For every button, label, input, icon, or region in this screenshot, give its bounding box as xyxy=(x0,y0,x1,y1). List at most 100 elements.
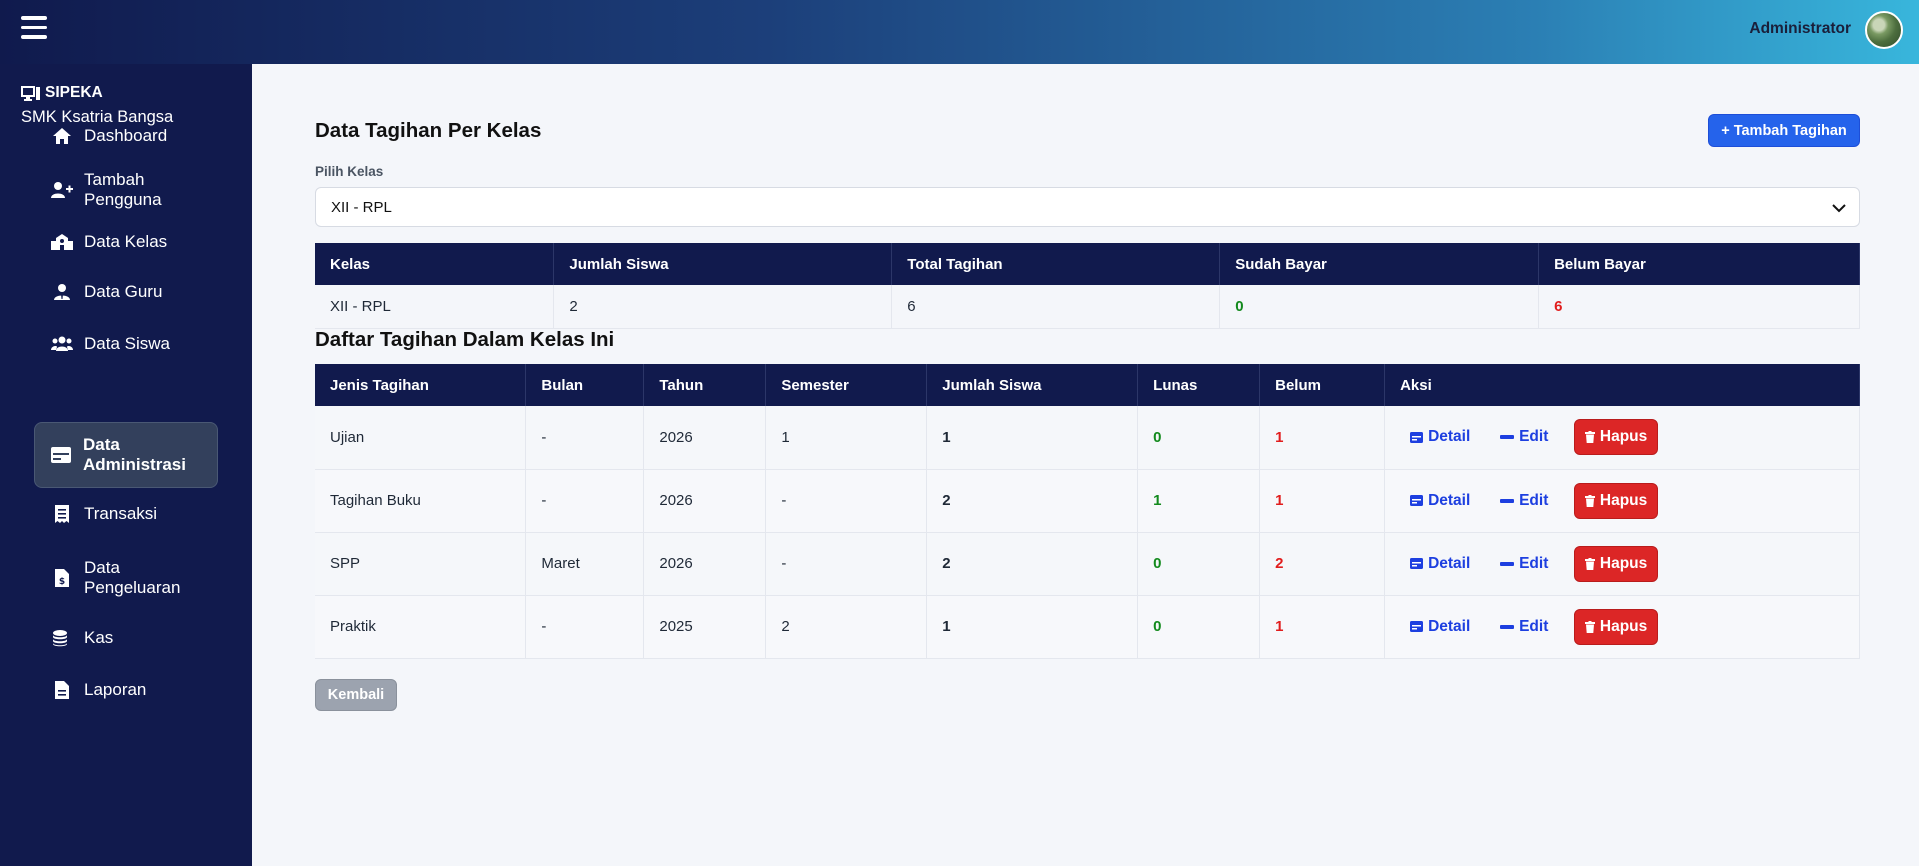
edit-link[interactable]: Edit xyxy=(1490,492,1568,510)
table-row: Ujian - 2026 1 1 0 1 Detail Edit Hapus xyxy=(315,406,1860,470)
bill-type: Praktik xyxy=(315,595,527,659)
bill-actions: Detail Edit Hapus xyxy=(1384,469,1860,533)
bill-student-count: 1 xyxy=(926,406,1139,470)
table-row: SPP Maret 2026 - 2 0 2 Detail Edit Hapus xyxy=(315,532,1860,596)
bill-month: - xyxy=(525,406,645,470)
sidebar-item-data-guru[interactable]: Data Guru xyxy=(34,278,218,306)
bill-paid: 0 xyxy=(1137,532,1261,596)
sidebar-item-data-pengeluaran[interactable]: $ Data Pengeluaran xyxy=(34,554,218,602)
bill-unpaid: 1 xyxy=(1259,469,1386,533)
class-select[interactable]: XII - RPL xyxy=(315,187,1860,227)
delete-button[interactable]: Hapus xyxy=(1574,482,1659,519)
detail-label: Detail xyxy=(1428,617,1471,635)
column-header: Sudah Bayar xyxy=(1219,243,1540,285)
delete-button[interactable]: Hapus xyxy=(1574,419,1659,456)
sidebar-item-label: Data Pengeluaran xyxy=(84,558,181,597)
sidebar-item-transaksi[interactable]: Transaksi xyxy=(34,500,218,528)
delete-label: Hapus xyxy=(1599,617,1648,635)
bill-unpaid: 1 xyxy=(1259,406,1386,470)
sidebar-item-label: Transaksi xyxy=(84,504,158,523)
column-header: Lunas xyxy=(1137,364,1261,406)
bills-table: Jenis Tagihan Bulan Tahun Semester Jumla… xyxy=(315,364,1860,659)
sidebar-item-label: Laporan xyxy=(84,680,147,699)
bill-month: Maret xyxy=(525,532,645,596)
bill-month: - xyxy=(525,595,645,659)
bill-unpaid: 2 xyxy=(1259,532,1386,596)
add-bill-button[interactable]: + Tambah Tagihan xyxy=(1708,114,1860,147)
edit-link[interactable]: Edit xyxy=(1490,555,1568,573)
class-select-value: XII - RPL xyxy=(331,198,392,216)
table-row: Praktik - 2025 2 1 0 1 Detail Edit Hapus xyxy=(315,595,1860,659)
coins-icon xyxy=(50,629,74,647)
delete-label: Hapus xyxy=(1599,491,1648,509)
edit-link[interactable]: Edit xyxy=(1490,428,1568,446)
delete-button[interactable]: Hapus xyxy=(1574,608,1659,645)
id-card-icon xyxy=(1410,558,1424,569)
avatar[interactable] xyxy=(1865,11,1903,49)
sidebar-item-label: Dashboard xyxy=(84,126,168,145)
bill-month: - xyxy=(525,469,645,533)
sidebar-item-tambah-pengguna[interactable]: Tambah Pengguna xyxy=(34,166,218,214)
edit-label: Edit xyxy=(1519,617,1549,635)
section-title: Daftar Tagihan Dalam Kelas Ini xyxy=(315,328,615,351)
hamburger-menu-icon[interactable] xyxy=(21,16,47,40)
bill-year: 2026 xyxy=(643,406,767,470)
detail-label: Detail xyxy=(1428,491,1471,509)
brand-title: SIPEKA xyxy=(45,84,103,101)
class-select-label: Pilih Kelas xyxy=(315,164,384,179)
bill-year: 2026 xyxy=(643,532,767,596)
sidebar-item-dashboard[interactable]: Dashboard xyxy=(34,122,218,150)
user-name[interactable]: Administrator xyxy=(1749,20,1851,38)
detail-link[interactable]: Detail xyxy=(1400,492,1490,510)
sidebar-item-label: Data Kelas xyxy=(84,232,168,251)
pencil-icon xyxy=(1500,624,1515,629)
sidebar-item-data-administrasi[interactable]: Data Administrasi xyxy=(34,422,218,488)
edit-link[interactable]: Edit xyxy=(1490,618,1568,636)
sidebar-item-kas[interactable]: Kas xyxy=(34,624,218,652)
file-icon xyxy=(50,681,74,699)
detail-link[interactable]: Detail xyxy=(1400,555,1490,573)
sidebar-item-laporan[interactable]: Laporan xyxy=(34,676,218,704)
trash-icon xyxy=(1584,431,1595,444)
sidebar-item-data-siswa[interactable]: Data Siswa xyxy=(34,330,218,358)
top-bar: Administrator xyxy=(0,0,1919,64)
trash-icon xyxy=(1584,494,1595,507)
bill-unpaid: 1 xyxy=(1259,595,1386,659)
sidebar-item-data-kelas[interactable]: Data Kelas xyxy=(34,228,218,256)
column-header: Aksi xyxy=(1384,364,1860,406)
users-icon xyxy=(50,335,74,353)
bill-type: Ujian xyxy=(315,406,527,470)
summary-table: Kelas Jumlah Siswa Total Tagihan Sudah B… xyxy=(315,243,1860,329)
column-header: Bulan xyxy=(525,364,645,406)
table-row: Tagihan Buku - 2026 - 2 1 1 Detail Edit … xyxy=(315,469,1860,533)
page-title: Data Tagihan Per Kelas xyxy=(315,119,542,142)
column-header: Jenis Tagihan xyxy=(315,364,527,406)
invoice-dollar-icon: $ xyxy=(50,569,74,587)
summary-belum-bayar: 6 xyxy=(1538,285,1860,329)
summary-jumlah-siswa: 2 xyxy=(553,285,893,329)
back-button[interactable]: Kembali xyxy=(315,679,397,711)
edit-label: Edit xyxy=(1519,491,1549,509)
detail-link[interactable]: Detail xyxy=(1400,618,1490,636)
detail-link[interactable]: Detail xyxy=(1400,428,1490,446)
sidebar: SIPEKA SMK Ksatria Bangsa Dashboard Tamb… xyxy=(0,64,252,866)
delete-label: Hapus xyxy=(1599,428,1648,446)
sidebar-item-label: Kas xyxy=(84,628,114,647)
column-header: Jumlah Siswa xyxy=(926,364,1139,406)
bill-year: 2025 xyxy=(643,595,767,659)
trash-icon xyxy=(1584,557,1595,570)
edit-label: Edit xyxy=(1519,428,1549,446)
bill-paid: 1 xyxy=(1137,469,1261,533)
computer-icon xyxy=(21,85,40,101)
brand: SIPEKA SMK Ksatria Bangsa xyxy=(21,84,173,127)
bill-paid: 0 xyxy=(1137,406,1261,470)
svg-text:$: $ xyxy=(59,577,65,587)
home-icon xyxy=(50,127,74,145)
delete-button[interactable]: Hapus xyxy=(1574,545,1659,582)
edit-label: Edit xyxy=(1519,554,1549,572)
column-header: Kelas xyxy=(315,243,555,285)
id-card-icon xyxy=(1410,495,1424,506)
column-header: Belum Bayar xyxy=(1538,243,1860,285)
chevron-down-icon xyxy=(1832,204,1846,213)
detail-label: Detail xyxy=(1428,554,1471,572)
